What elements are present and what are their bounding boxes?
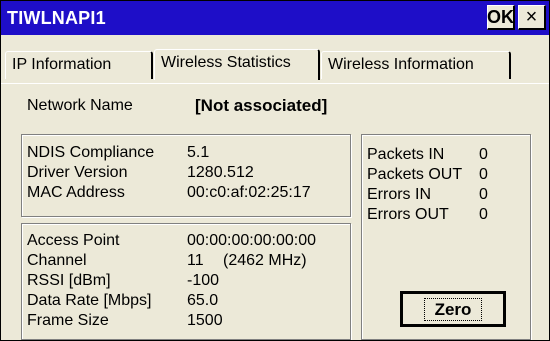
close-icon: × (525, 5, 538, 28)
driver-version-value: 1280.512 (187, 164, 254, 181)
zero-button[interactable]: Zero (400, 291, 506, 327)
zero-button-label: Zero (423, 297, 483, 321)
frame-size-value: 1500 (187, 312, 223, 329)
access-point-label: Access Point (27, 232, 120, 249)
rssi-label: RSSI [dBm] (27, 272, 111, 289)
tab-ip-information[interactable]: IP Information (5, 51, 153, 79)
packets-in-label: Packets IN (367, 146, 445, 163)
rssi-value: -100 (187, 272, 220, 289)
tab-divider (1, 83, 549, 84)
access-point-value: 00:00:00:00:00:00 (187, 232, 317, 249)
errors-out-label: Errors OUT (367, 206, 449, 223)
ok-button[interactable]: OK (487, 5, 515, 30)
title-bar: TIWLNAPI1 OK × (1, 1, 549, 35)
tab-wireless-statistics[interactable]: Wireless Statistics (154, 49, 320, 80)
errors-out-value: 0 (479, 206, 488, 223)
packets-out-value: 0 (479, 166, 488, 183)
errors-in-value: 0 (479, 186, 488, 203)
mac-address-value: 00:c0:af:02:25:17 (187, 184, 311, 201)
data-rate-value: 65.0 (187, 292, 219, 309)
tab-wireless-information[interactable]: Wireless Information (321, 51, 511, 79)
channel-value: 11 (187, 252, 204, 269)
packets-out-label: Packets OUT (367, 166, 463, 183)
data-rate-label: Data Rate [Mbps] (27, 292, 152, 309)
channel-frequency: (2462 MHz) (223, 252, 307, 269)
close-button[interactable]: × (518, 5, 546, 30)
mac-address-label: MAC Address (27, 184, 125, 201)
channel-label: Channel (27, 252, 87, 269)
frame-size-label: Frame Size (27, 312, 109, 329)
packets-in-value: 0 (479, 146, 488, 163)
tab-strip: IP Information Wireless Statistics Wirel… (1, 35, 549, 83)
ndis-compliance-value: 5.1 (187, 144, 210, 161)
driver-version-label: Driver Version (27, 164, 128, 181)
errors-in-label: Errors IN (367, 186, 431, 203)
window-title: TIWLNAPI1 (7, 8, 106, 28)
network-name-value: [Not associated] (195, 96, 328, 115)
network-name-label: Network Name (27, 97, 133, 114)
ndis-compliance-label: NDIS Compliance (27, 144, 155, 161)
app-window: TIWLNAPI1 OK × IP Information Wireless S… (0, 0, 550, 341)
